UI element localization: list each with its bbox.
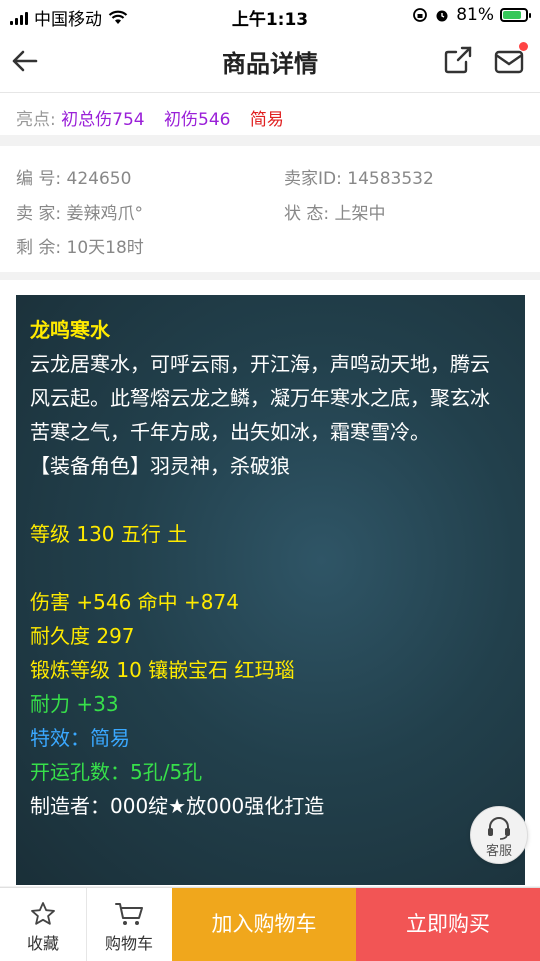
battery-icon bbox=[500, 8, 531, 22]
highlight-tag: 初伤546 bbox=[164, 110, 231, 130]
listing-status-label: 状 态: bbox=[284, 204, 330, 224]
status-bar: 中国移动 上午1:13 81% bbox=[0, 0, 540, 30]
item-durability: 耐久度 297 bbox=[30, 624, 135, 648]
customer-service-button[interactable]: 客服 bbox=[470, 806, 528, 864]
item-attributes: 龙鸣寒水 云龙居寒水，可呼云雨，开江海，声鸣动天地，腾云 风云起。此弩熔云龙之鳞… bbox=[30, 313, 513, 823]
listing-info: 编 号: 424650 卖家ID: 14583532 卖 家: 姜辣鸡爪° 状 … bbox=[0, 146, 540, 272]
highlight-tag: 简易 bbox=[249, 110, 284, 130]
status-right: 81% bbox=[412, 5, 531, 25]
bottom-action-bar: 收藏 购物车 加入购物车 立即购买 bbox=[0, 887, 540, 961]
listing-status-value: 上架中 bbox=[334, 204, 386, 224]
item-forge: 锻炼等级 10 镶嵌宝石 红玛瑙 bbox=[30, 658, 295, 682]
item-name: 龙鸣寒水 bbox=[30, 318, 110, 342]
time-remaining-label: 剩 余: bbox=[16, 238, 62, 258]
item-detail-section: 龙鸣寒水 云龙居寒水，可呼云雨，开江海，声鸣动天地，腾云 风云起。此弩熔云龙之鳞… bbox=[0, 280, 540, 886]
seller-name-value: 姜辣鸡爪° bbox=[66, 204, 144, 224]
item-damage: 伤害 +546 命中 +874 bbox=[30, 590, 239, 614]
highlight-section: 亮点: 初总伤754 初伤546 简易 bbox=[0, 93, 540, 135]
cart-button[interactable]: 购物车 bbox=[86, 888, 172, 961]
highlight-tag: 初总伤754 bbox=[61, 110, 145, 130]
seller-id: 卖家ID: 14583532 bbox=[284, 164, 434, 189]
seller-id-value: 14583532 bbox=[347, 169, 434, 189]
cart-icon bbox=[115, 903, 143, 925]
listing-id-value: 424650 bbox=[66, 169, 132, 189]
highlight-row: 亮点: 初总伤754 初伤546 简易 bbox=[16, 105, 284, 130]
item-level: 等级 130 五行 土 bbox=[30, 522, 188, 546]
favorite-button[interactable]: 收藏 bbox=[0, 888, 87, 961]
time-remaining-value: 10天18时 bbox=[66, 238, 144, 258]
customer-service-label: 客服 bbox=[485, 844, 512, 859]
share-icon[interactable] bbox=[442, 44, 474, 76]
star-icon bbox=[31, 902, 55, 925]
listing-id-label: 编 号: bbox=[16, 169, 62, 189]
item-stamina: 耐力 +33 bbox=[30, 692, 119, 716]
item-maker: 制造者：000绽★放000强化打造 bbox=[30, 794, 325, 818]
item-description-line: 苦寒之气，千年方成，出矢如冰，霜寒雪冷。 bbox=[30, 420, 430, 444]
alarm-icon bbox=[436, 10, 448, 22]
seller-name-label: 卖 家: bbox=[16, 204, 62, 224]
nav-bar: 商品详情 bbox=[0, 30, 540, 93]
item-effect: 特效：简易 bbox=[30, 726, 130, 750]
headset-icon bbox=[488, 817, 510, 840]
favorite-label: 收藏 bbox=[26, 934, 59, 953]
item-roles: 【装备角色】羽灵神，杀破狼 bbox=[30, 454, 290, 478]
rotation-lock-icon bbox=[413, 8, 428, 22]
listing-id: 编 号: 424650 bbox=[16, 164, 131, 189]
battery-percent: 81% bbox=[456, 5, 494, 25]
time-remaining: 剩 余: 10天18时 bbox=[16, 233, 144, 258]
listing-status: 状 态: 上架中 bbox=[284, 199, 386, 224]
seller-id-label: 卖家ID: bbox=[284, 169, 342, 189]
item-holes: 开运孔数：5孔/5孔 bbox=[30, 760, 203, 784]
item-tooltip-card: 龙鸣寒水 云龙居寒水，可呼云雨，开江海，声鸣动天地，腾云 风云起。此弩熔云龙之鳞… bbox=[16, 295, 525, 885]
add-to-cart-button[interactable]: 加入购物车 bbox=[172, 888, 356, 961]
cart-label: 购物车 bbox=[104, 934, 153, 953]
unread-badge bbox=[519, 42, 528, 51]
item-description-line: 云龙居寒水，可呼云雨，开江海，声鸣动天地，腾云 bbox=[30, 352, 490, 376]
highlight-label: 亮点: bbox=[16, 110, 56, 130]
buy-now-button[interactable]: 立即购买 bbox=[356, 888, 540, 961]
seller-name: 卖 家: 姜辣鸡爪° bbox=[16, 199, 143, 224]
item-description-line: 风云起。此弩熔云龙之鳞，凝万年寒水之底，聚玄冰 bbox=[30, 386, 490, 410]
